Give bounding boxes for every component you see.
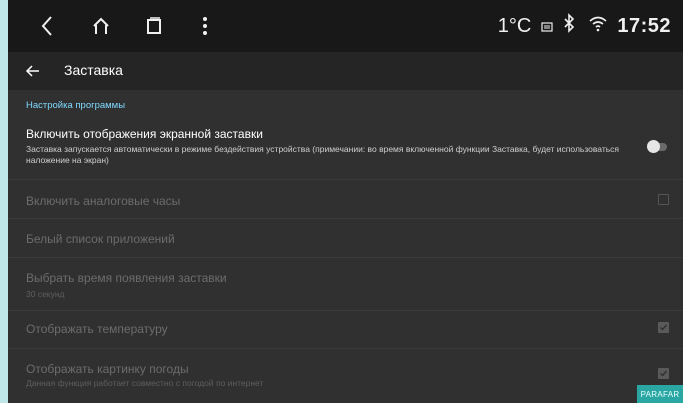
screensaver-enable-row[interactable]: Включить отображения экранной заставки З… [8,120,683,178]
watermark-logo: PARAFAR [637,385,683,403]
screen: 1°C 17:52 Заставка Настройка программы В… [8,0,683,403]
weather-icon [541,15,553,38]
show-weather-image-row[interactable]: Отображать картинку погоды Данная функци… [8,349,683,399]
page-title: Заставка [64,62,123,78]
row-title: Включить отображения экранной заставки [26,127,263,141]
row-title: Отображать температуру [26,322,168,336]
app-whitelist-row[interactable]: Белый список приложений [8,219,683,257]
recent-apps-icon[interactable] [145,14,163,38]
row-subtitle: Данная функция работает совместно с пого… [26,378,264,388]
show-weather-image-checkbox[interactable] [658,368,669,379]
analog-clock-row[interactable]: Включить аналоговые часы [8,180,683,218]
show-temperature-checkbox[interactable] [658,322,669,333]
status-bar: 1°C 17:52 [8,0,683,52]
row-title: Отображать картинку погоды [26,362,189,376]
show-temperature-row[interactable]: Отображать температуру [8,311,683,348]
row-subtitle: Заставка запускается автоматически в реж… [26,144,620,165]
row-title: Выбрать время появления заставки [26,271,227,285]
row-subtitle: 30 секунд [26,289,65,299]
screensaver-delay-row[interactable]: Выбрать время появления заставки 30 секу… [8,258,683,310]
analog-clock-checkbox[interactable] [658,194,669,205]
app-bar: Заставка [8,52,683,90]
back-nav-icon[interactable] [40,14,54,38]
checkmark-icon [660,324,668,331]
back-arrow-icon[interactable] [24,61,44,81]
menu-dots-icon[interactable] [201,14,209,38]
temperature: 1°C [497,14,532,37]
bluetooth-icon [563,13,575,39]
home-icon[interactable] [92,14,110,38]
row-title: Включить аналоговые часы [26,194,181,208]
wifi-icon [589,15,607,38]
screensaver-toggle[interactable] [647,140,667,153]
checkmark-icon [660,370,668,377]
row-title: Белый список приложений [26,232,175,246]
section-header: Настройка программы [26,100,126,111]
toggle-knob [647,140,660,153]
clock: 17:52 [617,14,671,37]
status-indicators: 1°C 17:52 [498,10,671,42]
